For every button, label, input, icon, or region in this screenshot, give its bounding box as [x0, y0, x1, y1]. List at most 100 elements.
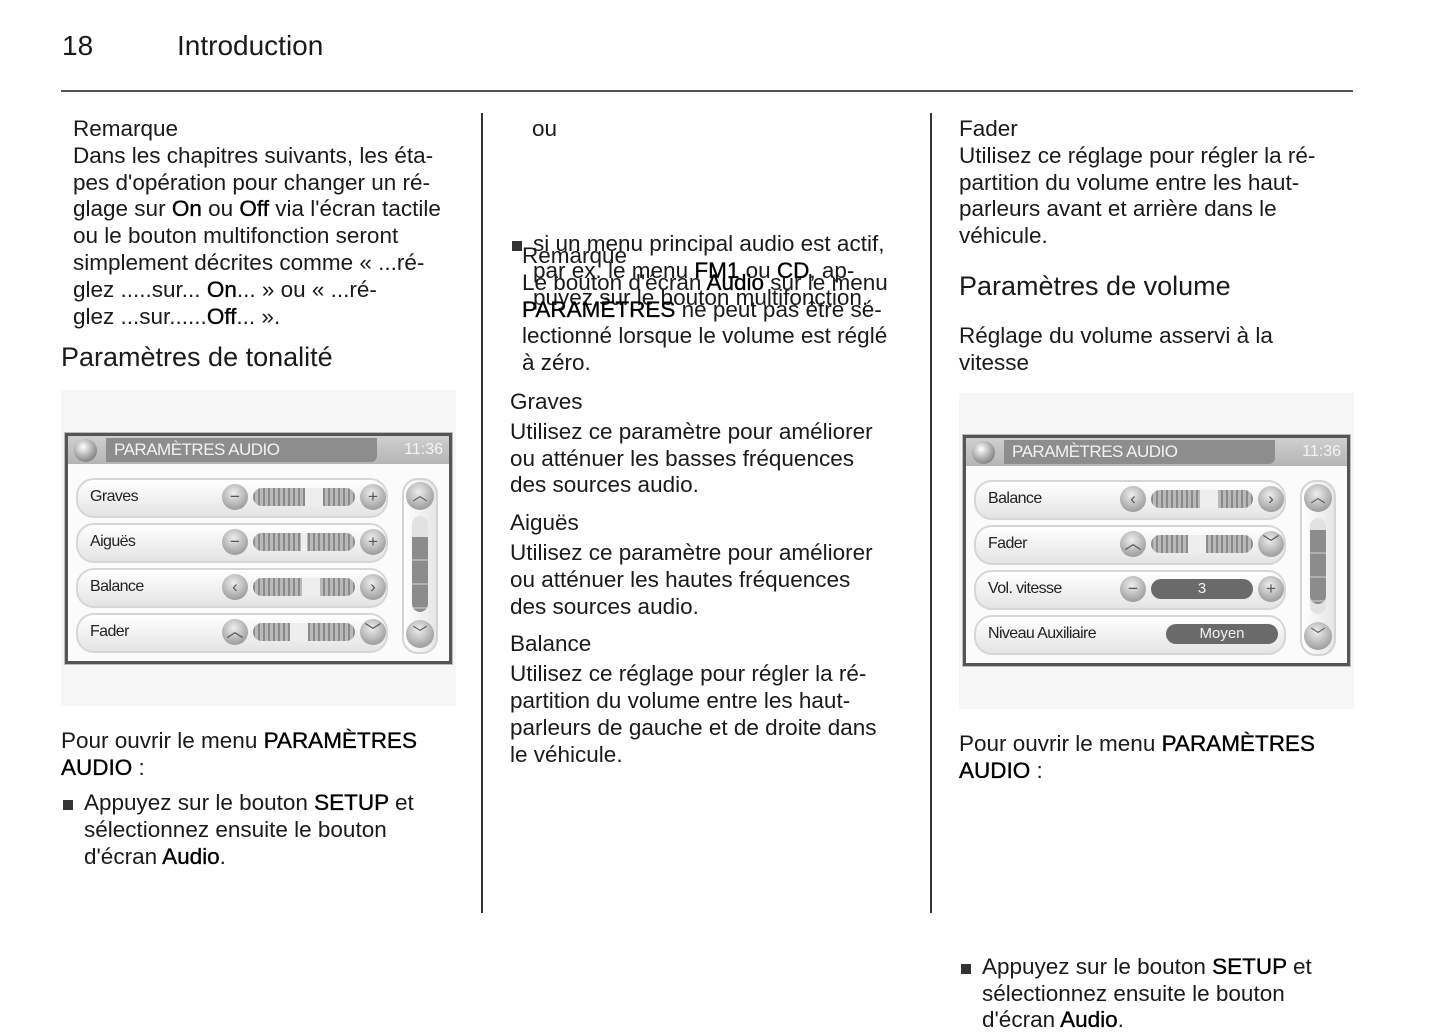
setting-row-niveau-auxiliaire[interactable]: Niveau Auxiliaire Moyen — [974, 615, 1286, 655]
plus-icon[interactable]: + — [360, 484, 386, 510]
text-line: d'écran Audio. — [982, 1007, 1124, 1033]
chevron-up-icon[interactable]: ︿ — [222, 619, 248, 645]
text-line: pes d'opération pour changer un ré- — [73, 169, 431, 195]
header-rule — [61, 90, 1353, 92]
text-line: ou atténuer les basses fréquences — [510, 445, 854, 471]
setting-label: Fader — [988, 535, 1027, 552]
audio-settings-screen: PARAMÈTRES AUDIO 11:36 Balance ‹ › Fader ︿ ﹀ Vol… — [963, 435, 1350, 666]
section-title-volume: Paramètres de volume — [959, 271, 1231, 301]
value-slider[interactable] — [1151, 490, 1253, 508]
note-box: Remarque Le bouton d'écran Audio sur le … — [522, 243, 922, 377]
scrollbar[interactable]: ︿ ﹀ — [1300, 480, 1336, 656]
setting-label: Graves — [90, 488, 139, 505]
audio-settings-icon — [74, 439, 97, 462]
scroll-thumb[interactable] — [1310, 529, 1326, 605]
setting-row-graves[interactable]: Graves − + — [76, 478, 388, 518]
text-line: ou atténuer les hautes fréquences — [510, 566, 851, 592]
minus-icon[interactable]: − — [222, 529, 248, 555]
section-text: Utilisez ce réglage pour régler la ré-pa… — [510, 661, 920, 768]
slider-thumb[interactable] — [1187, 535, 1206, 553]
text-line: Utilisez ce réglage pour régler la ré- — [510, 661, 867, 687]
value-slider[interactable] — [253, 623, 355, 641]
plus-icon[interactable]: + — [1258, 576, 1284, 602]
slider-thumb[interactable] — [1200, 490, 1219, 508]
text-line: simplement décrites comme « ...ré- — [73, 249, 425, 275]
chevron-down-icon[interactable]: ﹀ — [360, 619, 386, 645]
slider-thumb[interactable] — [302, 578, 321, 596]
audio-settings-icon — [972, 441, 995, 464]
setting-label: Balance — [988, 490, 1042, 507]
setting-row-fader[interactable]: Fader ︿ ﹀ — [974, 525, 1286, 565]
keyword: SETUP — [314, 790, 389, 815]
screen-title: PARAMÈTRES AUDIO — [114, 440, 280, 459]
slider-thumb[interactable] — [289, 623, 308, 641]
setting-label: Niveau Auxiliaire — [988, 625, 1097, 642]
keyword: Off — [206, 303, 237, 329]
setting-row-vol-vitesse[interactable]: Vol. vitesse − +3 — [974, 570, 1286, 610]
keyword: On — [206, 276, 237, 302]
text-line: véhicule. — [959, 223, 1048, 249]
value-display: 3 — [1151, 579, 1253, 599]
chevron-up-icon[interactable]: ︿ — [1120, 531, 1146, 557]
value-slider[interactable] — [1151, 535, 1253, 553]
screen-image-tonalite: PARAMÈTRES AUDIO 11:36 Graves − + Aiguës − + Bal… — [61, 390, 456, 706]
section-balance: Balance Utilisez ce réglage pour régler l… — [510, 631, 920, 768]
chevron-left-icon[interactable]: ‹ — [222, 574, 248, 600]
section-title: Balance — [510, 631, 592, 657]
text-line: ou le bouton multifonction seront — [73, 223, 399, 249]
keyword: PARAMÈTRES — [1161, 731, 1315, 756]
scroll-up-icon[interactable]: ︿ — [1304, 484, 1332, 512]
chevron-right-icon[interactable]: › — [1258, 486, 1284, 512]
section-title: Graves — [510, 389, 583, 414]
value-slider[interactable] — [253, 533, 355, 551]
text-line: Réglage du volume asservi à la — [959, 323, 1273, 348]
text-line: glez ...sur......Off... ». — [73, 303, 281, 329]
text-line: glage sur On ou Off via l'écran tactile — [73, 196, 441, 222]
text-line: Le bouton d'écran Audio sur le menu — [522, 269, 888, 295]
chevron-right-icon[interactable]: › — [360, 574, 386, 600]
minus-icon[interactable]: − — [222, 484, 248, 510]
keyword: PARAMÈTRES — [263, 728, 417, 753]
setting-row-fader[interactable]: Fader ︿ ﹀ — [76, 613, 388, 653]
text-line: Pour ouvrir le menu PARAMÈTRES — [959, 731, 1315, 756]
scroll-down-icon[interactable]: ﹀ — [1304, 622, 1332, 650]
clock: 11:36 — [404, 441, 443, 458]
setting-row-balance[interactable]: Balance ‹ › — [76, 568, 388, 608]
fader-section: Fader Utilisez ce réglage pour régler la… — [959, 116, 1359, 250]
scroll-up-icon[interactable]: ︿ — [406, 482, 434, 510]
setting-label: Aiguës — [90, 533, 136, 550]
open-menu-text: Pour ouvrir le menu PARAMÈTRES AUDIO : — [61, 728, 461, 782]
scroll-track[interactable] — [412, 516, 428, 612]
setting-row-balance[interactable]: Balance ‹ › — [974, 480, 1286, 520]
keyword: On — [171, 196, 202, 222]
keyword: Audio — [162, 843, 220, 869]
scroll-thumb[interactable] — [412, 537, 428, 612]
text-line: glez .....sur... On... » ou « ...ré- — [73, 276, 377, 302]
text-line: à zéro. — [522, 350, 591, 376]
chevron-down-icon[interactable]: ﹀ — [1258, 531, 1284, 557]
or-text: ou — [532, 116, 558, 141]
slider-thumb[interactable] — [305, 488, 324, 506]
scrollbar[interactable]: ︿ ﹀ — [402, 478, 438, 654]
slider-thumb[interactable] — [301, 533, 307, 551]
subsection-title: Réglage du volume asservi à la vitesse — [959, 323, 1359, 377]
clock: 11:36 — [1302, 443, 1341, 460]
scroll-track[interactable] — [1310, 518, 1326, 614]
chapter-title: Introduction — [177, 30, 324, 61]
value-slider[interactable] — [253, 488, 355, 506]
chevron-left-icon[interactable]: ‹ — [1120, 486, 1146, 512]
text-line: Utilisez ce paramètre pour améliorer — [510, 539, 873, 565]
screen-title-bar: PARAMÈTRES AUDIO 11:36 — [68, 436, 449, 464]
text-line: PARAMÈTRES ne peut pas être sé- — [522, 296, 882, 322]
plus-icon[interactable]: + — [360, 529, 386, 555]
option-selector[interactable]: Moyen — [1166, 624, 1278, 644]
text-line: Utilisez ce paramètre pour améliorer — [510, 418, 873, 444]
setting-label: Balance — [90, 578, 144, 595]
scroll-down-icon[interactable]: ﹀ — [406, 620, 434, 648]
section-title-tonalite: Paramètres de tonalité — [61, 342, 333, 372]
minus-icon[interactable]: − — [1120, 576, 1146, 602]
setting-row-aigu-s[interactable]: Aiguës − + — [76, 523, 388, 563]
value-slider[interactable] — [253, 578, 355, 596]
text-line: partition du volume entre les haut- — [510, 687, 851, 713]
note-title: Remarque — [522, 243, 628, 268]
